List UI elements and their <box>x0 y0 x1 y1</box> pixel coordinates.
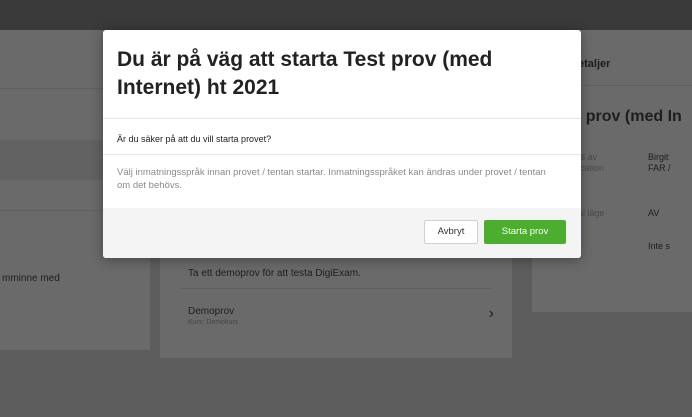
cancel-button[interactable]: Avbryt <box>424 220 478 244</box>
divider <box>103 118 581 119</box>
divider <box>180 288 492 289</box>
details-value: Inte s <box>648 241 671 251</box>
details-label: ication <box>578 163 605 173</box>
details-value: FAR / <box>648 163 671 173</box>
dialog-info-text: Välj inmatningsspråk innan provet / tent… <box>117 167 546 191</box>
left-panel-text: mminne med <box>2 273 60 284</box>
details-label: al läge <box>578 208 605 218</box>
demo-exam-title: Demoprov <box>188 306 235 317</box>
divider <box>103 154 581 155</box>
chevron-right-icon: › <box>488 305 494 322</box>
dialog-question: Är du säker på att du vill starta provet… <box>117 134 272 144</box>
details-title: : prov (med In <box>576 108 682 125</box>
dialog-title: Du är på väg att starta Test prov (med I… <box>117 48 493 99</box>
details-value: Birgit <box>648 152 669 162</box>
demo-description: Ta ett demoprov för att testa DigiExam. <box>188 268 361 279</box>
start-exam-dialog: Du är på väg att starta Test prov (med I… <box>103 30 581 258</box>
start-exam-button[interactable]: Starta prov <box>484 220 566 244</box>
app-topbar <box>0 0 692 30</box>
dialog-footer: Avbryt Starta prov <box>103 208 581 258</box>
details-value: AV <box>648 208 660 218</box>
details-header: etaljer <box>578 58 611 70</box>
demo-exam-subtitle: Kurs: Demokurs <box>188 319 239 326</box>
